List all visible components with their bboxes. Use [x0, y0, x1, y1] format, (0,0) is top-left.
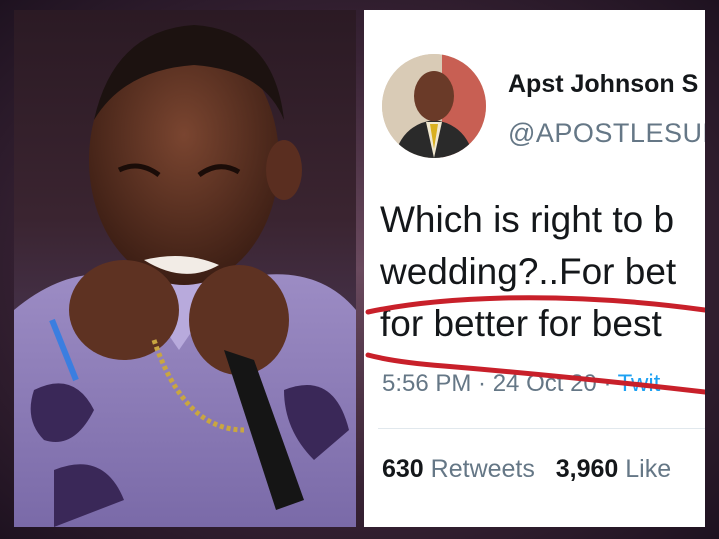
tweet-meta: 5:56 PM · 24 Oct 20 · Twit — [382, 370, 660, 398]
tweet-timestamp[interactable]: 5:56 PM · 24 Oct 20 · — [382, 370, 618, 397]
avatar-image — [382, 54, 486, 158]
preacher-photo — [14, 10, 356, 527]
likes-count: 3,960 — [555, 455, 619, 483]
tweet-card: Apst Johnson S @APOSTLESUL Which is righ… — [364, 10, 705, 527]
tweet-text-line: for better for best — [380, 303, 662, 344]
likes-label: Like — [618, 455, 672, 483]
tweet-stats: 630 Retweets 3,960 Like — [382, 455, 671, 484]
preacher-illustration — [14, 25, 356, 527]
tweet-source[interactable]: Twit — [618, 370, 661, 397]
divider — [378, 428, 705, 429]
tweet-text-line: Which is right to b — [380, 199, 675, 240]
retweets-count: 630 — [382, 455, 424, 483]
display-name[interactable]: Apst Johnson S — [508, 70, 698, 99]
likes-stat[interactable]: 3,960 Like — [556, 455, 671, 483]
user-handle[interactable]: @APOSTLESUL — [508, 118, 705, 149]
profile-avatar[interactable] — [382, 54, 486, 158]
tweet-text-line: wedding?..For bet — [380, 251, 677, 292]
retweets-label: Retweets — [423, 455, 535, 483]
retweets-stat[interactable]: 630 Retweets — [382, 455, 535, 483]
tweet-text: Which is right to b wedding?..For bet fo… — [380, 194, 676, 350]
